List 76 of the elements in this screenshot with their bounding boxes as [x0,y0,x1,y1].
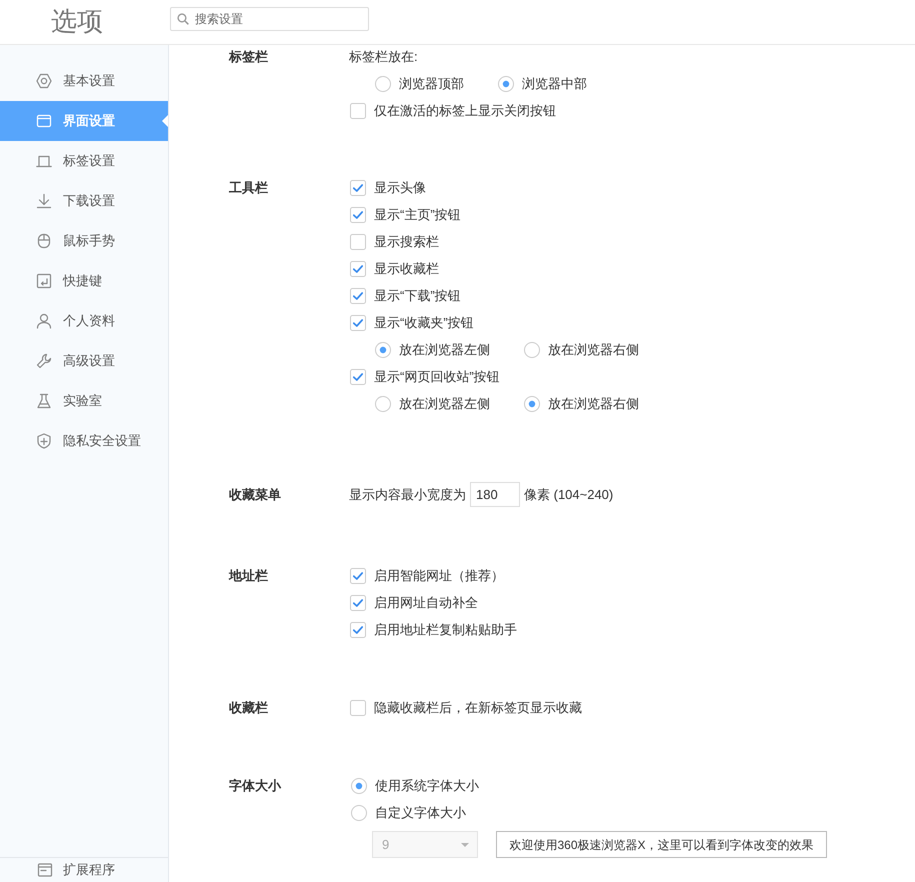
checkbox[interactable] [350,314,366,330]
radio-button[interactable] [351,778,367,794]
option-label[interactable]: 使用系统字体大小 [375,776,479,796]
sidebar-item[interactable]: 实验室 [0,381,168,421]
wrench-icon [36,353,52,369]
option-label[interactable]: 显示“网页回收站”按钮 [374,366,500,386]
option-label[interactable]: 显示搜索栏 [374,232,439,252]
checkbox[interactable] [350,102,366,118]
option-label[interactable]: 放在浏览器左侧 [399,340,490,360]
option-label[interactable]: 仅在激活的标签上显示关闭按钮 [374,100,556,120]
checkbox[interactable] [350,206,366,222]
option-label[interactable]: 启用地址栏复制粘贴助手 [374,620,517,640]
option-label[interactable]: 隐藏收藏栏后，在新标签页显示收藏 [374,698,582,718]
sidebar-item[interactable]: 鼠标手势 [0,221,168,261]
page-title: 选项 [51,6,103,36]
option-label[interactable]: 放在浏览器左侧 [399,394,490,414]
radio-button[interactable] [375,396,391,412]
checkbox[interactable] [350,700,366,716]
search-field[interactable]: 搜索设置 [170,7,369,31]
section-label: 地址栏 [229,566,268,585]
option-label[interactable]: 启用网址自动补全 [374,592,478,612]
checkbox[interactable] [350,368,366,384]
sidebar-item[interactable]: 个人资料 [0,301,168,341]
sidebar-item[interactable]: 隐私安全设置 [0,421,168,461]
sidebar-item[interactable]: 高级设置 [0,341,168,381]
sidebar-item[interactable]: 标签设置 [0,141,168,181]
search-icon [177,13,189,25]
download-icon [36,193,52,209]
radio-button[interactable] [351,804,367,820]
section-label: 标签栏 [229,48,268,66]
option-label[interactable]: 启用智能网址（推荐） [374,566,504,586]
browser-window-icon [36,113,52,129]
person-icon [36,313,52,329]
setting-label: 显示内容最小宽度为 [349,486,466,504]
sidebar-item[interactable]: 快捷键 [0,261,168,301]
option-label[interactable]: 放在浏览器右侧 [548,394,639,414]
list-window-icon [37,862,53,878]
enter-key-icon [36,273,52,289]
setting-label: 像素 (104~240) [524,486,614,504]
option-label[interactable]: 浏览器中部 [522,74,587,94]
section-label: 工具栏 [229,178,268,197]
option-label[interactable]: 显示收藏栏 [374,258,439,278]
mouse-icon [36,233,52,249]
option-label[interactable]: 显示头像 [374,178,426,198]
checkbox[interactable] [350,594,366,610]
checkbox[interactable] [350,260,366,276]
checkbox[interactable] [350,234,366,250]
checkbox[interactable] [350,288,366,304]
option-label[interactable]: 显示“下载”按钮 [374,286,461,306]
section-label: 收藏栏 [229,698,268,717]
font-preview-button[interactable]: 欢迎使用360极速浏览器X，这里可以看到字体改变的效果 [496,831,827,858]
width-input[interactable]: 180 [470,482,520,507]
radio-button[interactable] [375,76,391,92]
dropdown-caret-icon [461,842,469,846]
radio-button[interactable] [524,342,540,358]
option-label[interactable]: 显示“主页”按钮 [374,204,461,224]
section-label: 收藏菜单 [229,486,281,504]
radio-button[interactable] [524,396,540,412]
option-label[interactable]: 显示“收藏夹”按钮 [374,312,474,332]
radio-button[interactable] [498,76,514,92]
setting-label: 标签栏放在: [349,48,418,66]
shield-plus-icon [36,433,52,449]
option-label[interactable]: 放在浏览器右侧 [548,340,639,360]
sidebar-item[interactable]: 扩展程序 [0,861,115,879]
section-label: 字体大小 [229,776,281,795]
checkbox[interactable] [350,180,366,196]
flask-icon [36,393,52,409]
checkbox[interactable] [350,568,366,584]
radio-button[interactable] [375,342,391,358]
settings-icon [36,73,52,89]
tab-icon [36,153,52,169]
option-label[interactable]: 自定义字体大小 [375,802,466,822]
sidebar-item[interactable]: 基本设置 [0,61,168,101]
checkbox[interactable] [350,622,366,638]
sidebar-item[interactable]: 下载设置 [0,181,168,221]
option-label[interactable]: 浏览器顶部 [399,74,464,94]
